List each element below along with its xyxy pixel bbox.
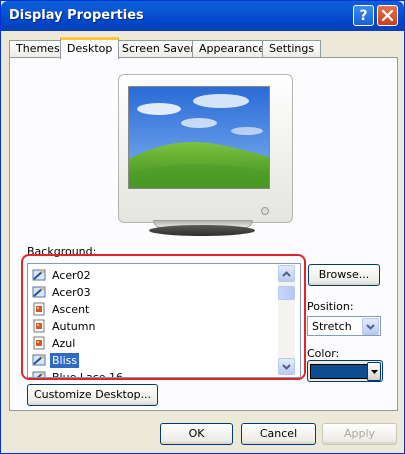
ok-button-label: OK	[188, 427, 205, 440]
title-bar[interactable]: Display Properties ?	[1, 1, 404, 31]
position-value: Stretch	[312, 320, 352, 333]
monitor-base	[149, 225, 255, 236]
wallpaper-icon	[32, 354, 46, 366]
help-button[interactable]: ?	[353, 5, 374, 26]
list-item-label: Autumn	[52, 320, 96, 333]
help-icon: ?	[359, 7, 368, 24]
bliss-preview-image	[129, 87, 269, 188]
wallpaper-preview	[128, 86, 270, 189]
apply-button-label: Apply	[343, 427, 376, 440]
wallpaper-icon	[32, 269, 46, 281]
list-item-label: Ascent	[52, 303, 90, 316]
monitor-preview	[118, 74, 293, 223]
tab-appearance[interactable]: Appearance	[192, 40, 273, 58]
image-file-icon	[33, 302, 45, 316]
ok-button[interactable]: OK	[160, 423, 233, 445]
list-item[interactable]: Acer03	[30, 284, 280, 301]
color-swatch[interactable]	[310, 364, 369, 379]
tab-label: Desktop	[67, 42, 113, 55]
list-item[interactable]: Ascent	[30, 301, 280, 318]
position-dropdown-button[interactable]	[362, 318, 379, 335]
browse-button[interactable]: Browse...	[308, 264, 380, 286]
cancel-button[interactable]: Cancel	[241, 423, 316, 445]
tab-label: Appearance	[199, 42, 266, 55]
list-scrollbar[interactable]	[278, 265, 295, 375]
tab-desktop[interactable]: Desktop	[60, 37, 120, 59]
tab-label: Settings	[269, 42, 315, 55]
tab-label: Themes	[16, 42, 60, 55]
list-item-label: Bliss	[50, 353, 80, 368]
customize-desktop-label: Customize Desktop...	[33, 388, 152, 401]
window-title: Display Properties	[9, 8, 144, 23]
browse-button-label: Browse...	[318, 268, 370, 281]
chevron-up-icon	[282, 270, 291, 277]
position-label: Position:	[307, 300, 354, 313]
color-dropdown-arrow[interactable]	[367, 362, 381, 381]
tab-screen-saver[interactable]: Screen Saver	[115, 40, 202, 58]
wallpaper-icon	[32, 371, 46, 377]
display-properties-window: Display Properties ? Themes Desktop Scre…	[0, 0, 405, 454]
list-item[interactable]: Azul	[30, 335, 280, 352]
list-item-selected[interactable]: Bliss	[30, 352, 280, 369]
chevron-down-icon	[282, 363, 291, 370]
image-file-icon	[33, 336, 45, 350]
background-label: Background:	[27, 245, 97, 258]
list-item-label: Azul	[52, 337, 76, 350]
color-label: Color:	[307, 347, 340, 360]
background-listbox[interactable]: Acer02 Acer03 Ascent Autumn Azul Bliss B…	[27, 263, 301, 378]
monitor-bezel	[118, 74, 293, 223]
list-item-label: Acer02	[52, 269, 91, 282]
close-icon	[382, 10, 393, 21]
list-item-label: Acer03	[52, 286, 91, 299]
list-item[interactable]: Autumn	[30, 318, 280, 335]
list-item[interactable]: Blue Lace 16	[30, 369, 280, 378]
customize-desktop-button[interactable]: Customize Desktop...	[27, 384, 158, 406]
scroll-up-button[interactable]	[278, 265, 295, 282]
tab-settings[interactable]: Settings	[262, 40, 322, 58]
power-led	[261, 207, 269, 215]
cancel-button-label: Cancel	[259, 427, 298, 440]
list-item[interactable]: Acer02	[30, 267, 280, 284]
image-file-icon	[33, 319, 45, 333]
position-select[interactable]: Stretch	[307, 316, 381, 336]
close-button[interactable]	[377, 5, 398, 26]
triangle-down-icon	[370, 369, 378, 374]
chevron-down-icon	[366, 323, 375, 330]
wallpaper-icon	[32, 286, 46, 298]
tab-label: Screen Saver	[122, 42, 195, 55]
scroll-thumb[interactable]	[278, 286, 295, 300]
apply-button[interactable]: Apply	[322, 423, 397, 445]
list-item-label: Blue Lace 16	[52, 371, 124, 378]
scroll-down-button[interactable]	[278, 358, 295, 375]
tab-themes[interactable]: Themes	[9, 40, 67, 58]
